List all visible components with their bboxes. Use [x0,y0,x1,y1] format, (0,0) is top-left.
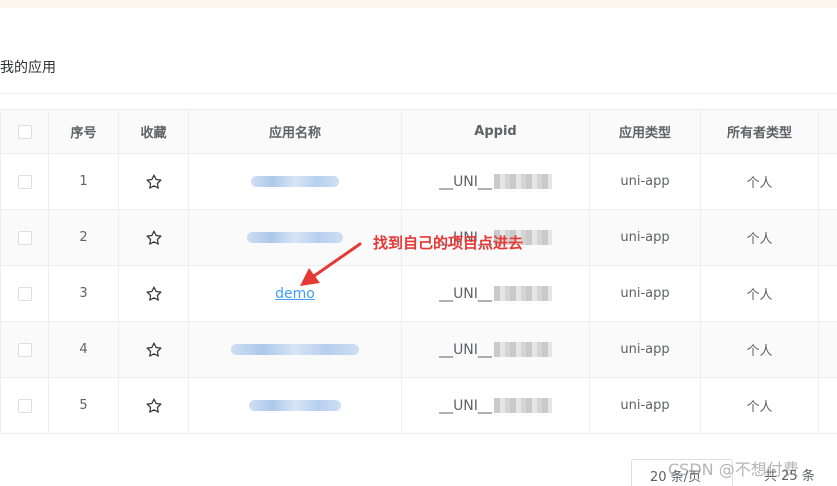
annotation-text: 找到自己的项目点进去 [373,234,524,252]
watermark: CSDN @不想付费 [668,460,799,479]
